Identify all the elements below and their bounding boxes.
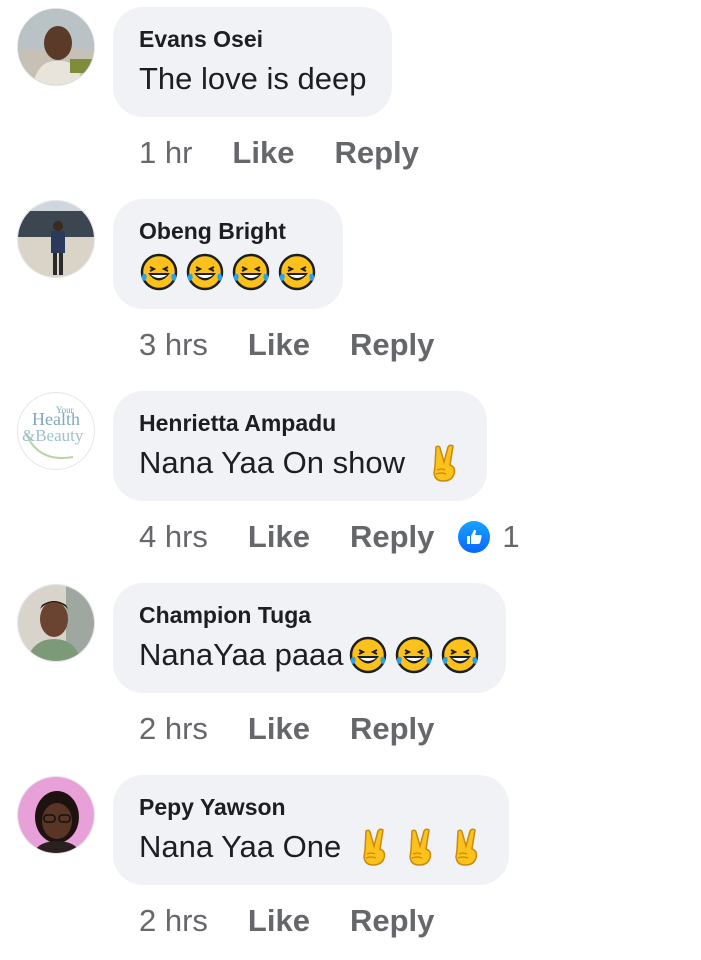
comment-2: Obeng Bright 3 hrs Like Reply — [0, 192, 701, 384]
comment-1: Evans Osei The love is deep 1 hr Like Re… — [0, 0, 701, 192]
comment-5: Pepy Yawson Nana Yaa One 2 hrs Like Repl… — [0, 768, 701, 960]
comment-author[interactable]: Henrietta Ampadu — [139, 410, 461, 437]
comment-bubble: Henrietta Ampadu Nana Yaa On show — [113, 391, 487, 501]
laughing-tears-emoji — [186, 253, 224, 291]
emoji-row — [348, 635, 480, 675]
avatar-evans-osei[interactable] — [17, 8, 95, 86]
comment-time[interactable]: 2 hrs — [139, 711, 208, 747]
reply-button[interactable]: Reply — [350, 519, 434, 555]
comment-actions: 3 hrs Like Reply — [139, 320, 474, 370]
comment-actions: 2 hrs Like Reply — [139, 896, 474, 946]
comment-time[interactable]: 3 hrs — [139, 327, 208, 363]
reaction-count: 1 — [502, 519, 520, 554]
victory-hand-emoji — [455, 828, 478, 866]
comment-author[interactable]: Pepy Yawson — [139, 794, 483, 821]
like-thumb-icon — [458, 521, 491, 553]
avatar-champion-tuga[interactable] — [17, 584, 95, 662]
laughing-tears-emoji — [349, 636, 386, 674]
comment-text: NanaYaa paaa — [139, 635, 480, 675]
like-button[interactable]: Like — [248, 327, 310, 363]
laughing-tears-emoji — [140, 253, 178, 291]
comment-bubble: Obeng Bright — [113, 199, 343, 309]
comment-author[interactable]: Obeng Bright — [139, 218, 317, 245]
laughing-tears-emoji — [232, 253, 270, 291]
reply-button[interactable]: Reply — [350, 327, 434, 363]
comment-time[interactable]: 2 hrs — [139, 903, 208, 939]
comment-bubble: Evans Osei The love is deep — [113, 7, 393, 117]
comment-text: Nana Yaa On show — [139, 443, 461, 483]
comment-actions: 4 hrs Like Reply 1 — [139, 512, 520, 562]
reply-button[interactable]: Reply — [334, 135, 418, 171]
victory-hand-emoji — [409, 828, 432, 866]
comment-text: The love is deep — [139, 61, 367, 96]
reaction-summary[interactable]: 1 — [458, 519, 520, 555]
laughing-tears-emoji — [441, 636, 478, 674]
comment-time[interactable]: 1 hr — [139, 135, 192, 171]
comment-bubble: Champion Tuga NanaYaa paaa — [113, 583, 506, 693]
like-button[interactable]: Like — [248, 903, 310, 939]
comment-3: Your Health &Beauty Henrietta Ampadu Nan… — [0, 384, 701, 576]
avatar-obeng-bright[interactable] — [17, 200, 95, 278]
victory-hand-emoji — [363, 828, 386, 866]
comment-author[interactable]: Evans Osei — [139, 26, 366, 53]
emoji-row — [139, 252, 317, 292]
reply-button[interactable]: Reply — [350, 903, 434, 939]
logo-beauty: &Beauty — [22, 426, 84, 445]
reply-button[interactable]: Reply — [350, 711, 434, 747]
comment-actions: 1 hr Like Reply — [139, 128, 459, 178]
like-button[interactable]: Like — [248, 711, 310, 747]
comment-text: Nana Yaa One — [139, 827, 483, 867]
comment-4: Champion Tuga NanaYaa paaa 2 hrs Like Re… — [0, 576, 701, 768]
like-button[interactable]: Like — [232, 135, 294, 171]
laughing-tears-emoji — [395, 636, 432, 674]
victory-hand-emoji — [433, 444, 456, 482]
laughing-tears-emoji — [278, 253, 316, 291]
comment-time[interactable]: 4 hrs — [139, 519, 208, 555]
comment-actions: 2 hrs Like Reply — [139, 704, 474, 754]
avatar-henrietta-ampadu[interactable]: Your Health &Beauty — [17, 392, 95, 470]
comment-bubble: Pepy Yawson Nana Yaa One — [113, 775, 510, 885]
comment-author[interactable]: Champion Tuga — [139, 602, 480, 629]
avatar-pepy-yawson[interactable] — [17, 776, 95, 854]
like-button[interactable]: Like — [248, 519, 310, 555]
